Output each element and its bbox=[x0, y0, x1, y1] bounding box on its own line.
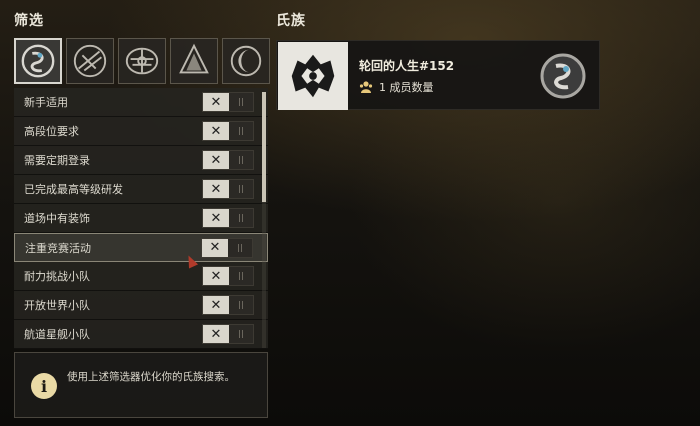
hunter-class-icon[interactable] bbox=[14, 38, 62, 84]
titan-class-icon[interactable] bbox=[66, 38, 114, 84]
hunter-class-badge-icon bbox=[540, 53, 586, 99]
clan-member-count: 1 成员数量 bbox=[359, 79, 434, 95]
filter-row-railjack: 航道星舰小队 ✕ bbox=[14, 320, 268, 349]
clan-panel-title: 氏族 bbox=[276, 13, 306, 29]
members-icon bbox=[359, 81, 373, 93]
close-icon: ✕ bbox=[203, 151, 229, 169]
filter-row-competitive: 注重竞赛活动 ✕ bbox=[14, 233, 268, 262]
filter-panel-title: 筛选 bbox=[14, 13, 44, 29]
clan-member-count-text: 1 成员数量 bbox=[379, 81, 434, 94]
filter-toggle[interactable]: ✕ bbox=[202, 92, 254, 112]
clan-name: 轮回的人生#152 bbox=[359, 59, 455, 73]
close-icon: ✕ bbox=[203, 122, 229, 140]
toggle-off-icon bbox=[229, 209, 253, 227]
filter-label: 航道星舰小队 bbox=[24, 328, 90, 341]
vanguard-class-icon[interactable] bbox=[170, 38, 218, 84]
filter-label: 需要定期登录 bbox=[24, 154, 90, 167]
info-icon: i bbox=[31, 373, 57, 399]
filter-label: 高段位要求 bbox=[24, 125, 79, 138]
filter-list: 新手适用 ✕ 高段位要求 ✕ 需要定期登录 ✕ 已完成最高等级研发 ✕ 道场中有… bbox=[14, 88, 268, 350]
close-icon: ✕ bbox=[203, 325, 229, 343]
close-icon: ✕ bbox=[203, 93, 229, 111]
filter-label: 耐力挑战小队 bbox=[24, 270, 90, 283]
close-icon: ✕ bbox=[202, 238, 228, 257]
toggle-off-icon bbox=[229, 296, 253, 314]
filter-label: 道场中有装饰 bbox=[24, 212, 90, 225]
filter-toggle[interactable]: ✕ bbox=[202, 150, 254, 170]
filter-icon-row bbox=[14, 38, 270, 84]
filter-row-high-rank: 高段位要求 ✕ bbox=[14, 117, 268, 146]
filter-label: 已完成最高等级研发 bbox=[24, 183, 123, 196]
filter-toggle[interactable]: ✕ bbox=[202, 208, 254, 228]
toggle-off-icon bbox=[228, 238, 252, 257]
filter-row-max-research: 已完成最高等级研发 ✕ bbox=[14, 175, 268, 204]
toggle-off-icon bbox=[229, 180, 253, 198]
toggle-off-icon bbox=[229, 325, 253, 343]
filter-scrollbar-thumb[interactable] bbox=[262, 92, 266, 202]
filter-label: 开放世界小队 bbox=[24, 299, 90, 312]
filter-label: 新手适用 bbox=[24, 96, 68, 109]
filter-toggle[interactable]: ✕ bbox=[201, 237, 253, 258]
toggle-off-icon bbox=[229, 93, 253, 111]
filter-toggle[interactable]: ✕ bbox=[202, 121, 254, 141]
filter-label: 注重竞赛活动 bbox=[25, 241, 91, 255]
filter-toggle[interactable]: ✕ bbox=[202, 324, 254, 344]
toggle-off-icon bbox=[229, 122, 253, 140]
filter-toggle[interactable]: ✕ bbox=[202, 179, 254, 199]
crescent-class-icon[interactable] bbox=[222, 38, 270, 84]
filter-info-box: i 使用上述筛选器优化你的氏族搜索。 bbox=[14, 352, 268, 418]
clan-card[interactable]: 轮回的人生#152 1 成员数量 bbox=[276, 40, 600, 110]
filter-toggle[interactable]: ✕ bbox=[202, 295, 254, 315]
filter-toggle[interactable]: ✕ bbox=[202, 266, 254, 286]
filter-row-newcomer: 新手适用 ✕ bbox=[14, 88, 268, 117]
filter-row-dojo-decor: 道场中有装饰 ✕ bbox=[14, 204, 268, 233]
warlock-class-icon[interactable] bbox=[118, 38, 166, 84]
close-icon: ✕ bbox=[203, 296, 229, 314]
clan-emblem-icon bbox=[278, 42, 348, 110]
filter-row-open-world: 开放世界小队 ✕ bbox=[14, 291, 268, 320]
toggle-off-icon bbox=[229, 151, 253, 169]
filter-info-text: 使用上述筛选器优化你的氏族搜索。 bbox=[67, 371, 235, 383]
filter-row-regular-login: 需要定期登录 ✕ bbox=[14, 146, 268, 175]
close-icon: ✕ bbox=[203, 267, 229, 285]
close-icon: ✕ bbox=[203, 180, 229, 198]
close-icon: ✕ bbox=[203, 209, 229, 227]
filter-row-endurance: 耐力挑战小队 ✕ bbox=[14, 262, 268, 291]
toggle-off-icon bbox=[229, 267, 253, 285]
